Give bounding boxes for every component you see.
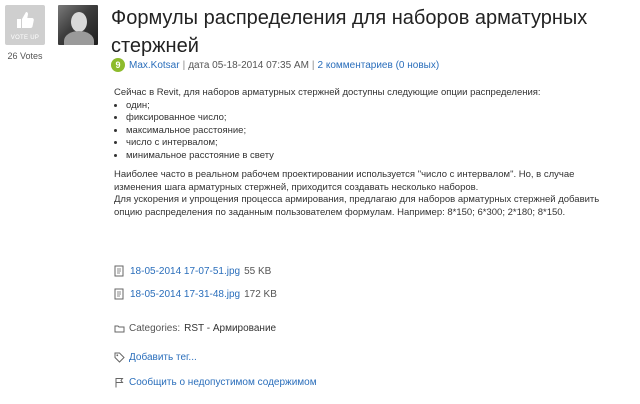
author-avatar[interactable] xyxy=(58,5,98,45)
vote-up-button[interactable]: VOTE UP xyxy=(5,5,45,45)
report-link[interactable]: Сообщить о недопустимом содержимом xyxy=(129,377,317,388)
post-meta: 9 Max.Kotsar | дата 05-18-2014 07:35 AM … xyxy=(111,58,439,72)
author-link[interactable]: Max.Kotsar xyxy=(129,60,180,71)
attachment-icon xyxy=(114,265,124,277)
category-value[interactable]: RST - Армирование xyxy=(184,323,276,334)
meta-separator-2: | xyxy=(311,59,315,71)
add-tag-link[interactable]: Добавить тег... xyxy=(129,352,197,363)
list-item: максимальное расстояние; xyxy=(126,125,624,138)
options-list: один; фиксированное число; максимальное … xyxy=(114,100,624,163)
add-tag-line: Добавить тег... xyxy=(114,352,197,363)
flag-icon xyxy=(115,378,124,388)
report-line: Сообщить о недопустимом содержимом xyxy=(114,377,317,388)
attachment-item: 18-05-2014 17-31-48.jpg 172 KB xyxy=(114,288,277,300)
page-title: Формулы распределения для наборов армату… xyxy=(111,7,588,57)
post-body: Сейчас в Revit, для наборов арматурных с… xyxy=(114,87,624,219)
attachment-size: 172 KB xyxy=(244,288,277,300)
meta-separator: | xyxy=(182,59,186,71)
attachment-link[interactable]: 18-05-2014 17-07-51.jpg xyxy=(130,266,240,277)
categories-line: Categories: RST - Армирование xyxy=(114,323,276,334)
intro-text: Сейчас в Revit, для наборов арматурных с… xyxy=(114,87,541,98)
comments-link[interactable]: 2 комментариев (0 новых) xyxy=(318,60,440,71)
folder-icon xyxy=(114,325,125,333)
list-item: фиксированное число; xyxy=(126,112,624,125)
list-item: число с интервалом; xyxy=(126,137,624,150)
attachment-size: 55 KB xyxy=(244,265,272,277)
attachment-link[interactable]: 18-05-2014 17-31-48.jpg xyxy=(130,289,240,300)
rank-badge-icon: 9 xyxy=(111,58,125,72)
tag-icon xyxy=(114,352,125,363)
vote-up-label: VOTE UP xyxy=(10,35,40,41)
paragraph-3: Для ускорения и упрощения процесса армир… xyxy=(114,194,600,218)
vote-count: 26 Votes xyxy=(7,51,43,61)
attachment-icon xyxy=(114,288,124,300)
paragraph-2: Наиболее часто в реальном рабочем проект… xyxy=(114,169,575,193)
categories-label: Categories: xyxy=(129,323,181,334)
thumbs-up-icon xyxy=(17,12,34,28)
list-item: минимальное расстояние в свету xyxy=(126,150,624,163)
attachment-item: 18-05-2014 17-07-51.jpg 55 KB xyxy=(114,265,271,277)
list-item: один; xyxy=(126,100,624,113)
post-date: дата 05-18-2014 07:35 AM xyxy=(188,59,309,71)
